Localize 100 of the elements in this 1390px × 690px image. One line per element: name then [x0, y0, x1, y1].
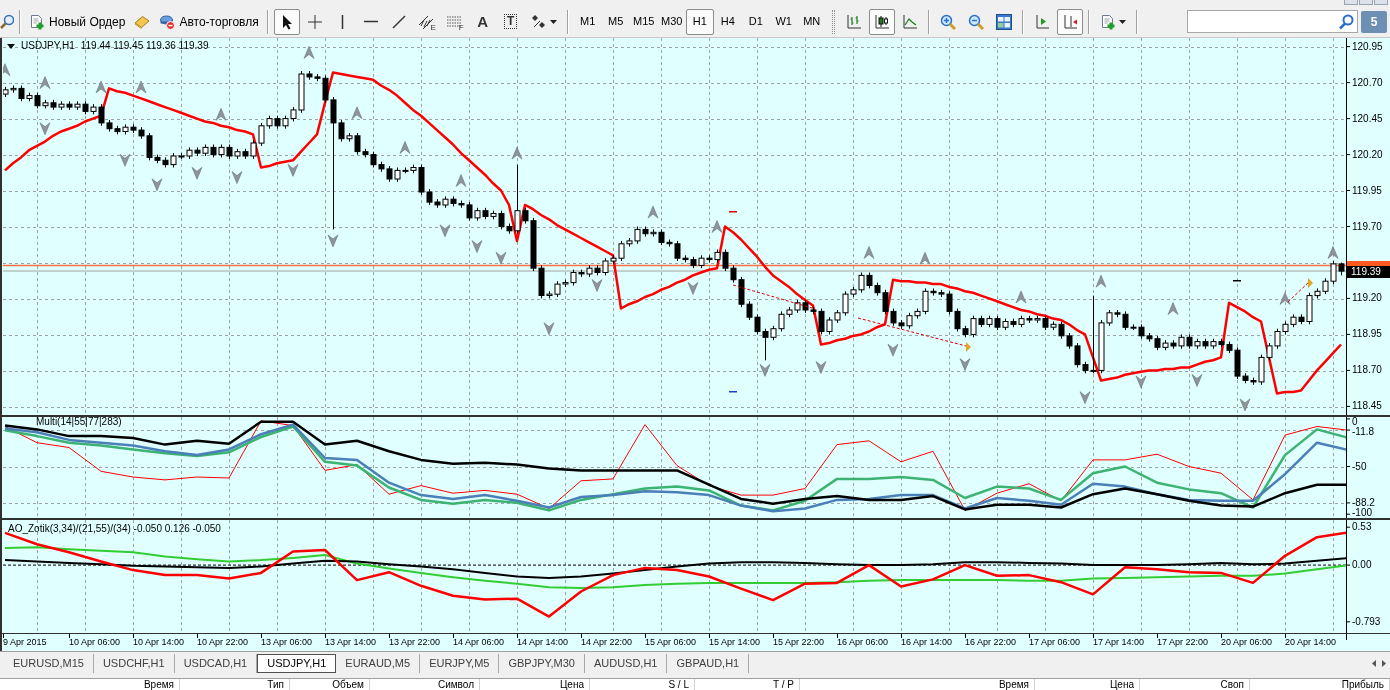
- column-header[interactable]: Объем: [290, 679, 370, 690]
- text-button[interactable]: A: [469, 8, 496, 35]
- price-axis-label: 120.20: [1352, 148, 1383, 161]
- column-header[interactable]: Цена: [480, 679, 590, 690]
- candlestick-icon: [873, 13, 890, 30]
- time-axis-label: 13 Apr 22:00: [389, 637, 441, 648]
- caret-icon[interactable]: [7, 43, 15, 49]
- triangle-marker: [966, 342, 971, 352]
- time-axis-label: 15 Apr 14:00: [709, 637, 761, 648]
- document-plus-icon: [1099, 13, 1116, 30]
- timeframe-button[interactable]: H1: [685, 8, 714, 35]
- column-header[interactable]: Своп: [1140, 679, 1250, 690]
- column-header[interactable]: Тип: [180, 679, 290, 690]
- price-axis-label: 118.95: [1352, 328, 1382, 341]
- bar-chart-icon: [845, 13, 862, 30]
- time-axis-label: 16 Apr 22:00: [965, 637, 1017, 648]
- time-axis-label: 10 Apr 22:00: [197, 637, 249, 648]
- zoom-out-icon: [967, 13, 984, 30]
- indicator-axis-label: 0: [1352, 417, 1358, 427]
- auto-trading-button[interactable]: Авто-торговля: [156, 8, 262, 35]
- timeframe-button[interactable]: MN: [797, 8, 826, 35]
- cursor-button[interactable]: [273, 8, 300, 35]
- timeframe-button[interactable]: D1: [741, 8, 770, 35]
- column-header[interactable]: Символ: [370, 679, 480, 690]
- time-axis-label: 13 Apr 06:00: [261, 637, 313, 648]
- timeframe-button[interactable]: W1: [769, 8, 798, 35]
- time-axis-label: 14 Apr 14:00: [517, 637, 569, 648]
- timeframe-button[interactable]: M5: [601, 8, 630, 35]
- column-header[interactable]: Цена: [1035, 679, 1140, 690]
- candlestick-chart-button[interactable]: [868, 8, 895, 35]
- indicator-axis-label: 0.00: [1352, 560, 1372, 571]
- trend-line: [1287, 280, 1311, 303]
- indicator-label: AO_Zotik(3,34)/(21,55)/(34) -0.050 0.126 -0.050: [8, 523, 221, 535]
- search-field[interactable]: [1187, 10, 1358, 33]
- text-label-button[interactable]: T: [497, 8, 524, 35]
- chart-title: USDJPY,H1: [21, 40, 75, 52]
- line-chart-icon: [901, 13, 918, 30]
- right-triangle-icon[interactable]: [1382, 660, 1386, 667]
- time-axis-label: 10 Apr 14:00: [133, 637, 185, 648]
- channel-button[interactable]: E: [413, 8, 440, 35]
- diagonal-line-icon: [390, 13, 407, 30]
- chart-tab[interactable]: EURUSD,M15: [4, 654, 94, 673]
- chart-tab[interactable]: USDJPY,H1: [257, 654, 337, 673]
- search-icon[interactable]: [1338, 13, 1354, 30]
- hat-stop-icon: [159, 13, 176, 30]
- price-axis-label: 119.20: [1352, 292, 1382, 305]
- hatched-lines-icon: [417, 13, 434, 30]
- dash-marker: [729, 211, 737, 213]
- time-axis-label: 20 Apr 14:00: [1285, 637, 1337, 648]
- indicator-axis-label: -50: [1352, 461, 1367, 472]
- axis-marker-icon: [1061, 13, 1078, 30]
- horizontal-line-icon: [363, 20, 378, 23]
- window-control-button[interactable]: [1359, 0, 1373, 5]
- column-header[interactable]: S / L: [590, 679, 695, 690]
- chart-tab[interactable]: EURJPY,M5: [420, 654, 500, 673]
- window-control-button[interactable]: [1344, 0, 1358, 5]
- price-axis-label: 120.95: [1352, 40, 1383, 53]
- magnifier-icon[interactable]: [0, 13, 14, 30]
- indicator-label: Multi(14|55|77|283): [36, 417, 122, 427]
- chart-tab[interactable]: AUDUSD,H1: [584, 654, 668, 673]
- dash-marker: [1233, 280, 1241, 282]
- chart-tab[interactable]: GBPAUD,H1: [667, 654, 750, 673]
- book-icon: [134, 13, 151, 30]
- fibonacci-button[interactable]: F: [441, 8, 468, 35]
- timeframe-button[interactable]: M30: [657, 8, 686, 35]
- chart-shift-button[interactable]: [1056, 8, 1083, 35]
- ohlc-values: 119.44 119.45 119.36 119.39: [80, 40, 209, 52]
- time-axis-label: 9 Apr 2015: [3, 637, 47, 648]
- chart-tab[interactable]: USDCHF,H1: [93, 654, 175, 673]
- column-header[interactable]: T / P: [695, 679, 800, 690]
- chart-tab[interactable]: GBPJPY,M30: [499, 654, 585, 673]
- price-axis-label: 118.70: [1352, 364, 1382, 377]
- indicator-axis-label: 0.53: [1352, 522, 1372, 533]
- price-axis-label: 120.70: [1352, 76, 1383, 89]
- timeframe-button[interactable]: M15: [629, 8, 658, 35]
- triangle-marker: [1308, 278, 1313, 288]
- dashed-lines-icon: [445, 15, 462, 28]
- new-order-button[interactable]: Новый Ордер: [26, 8, 129, 35]
- arrows-icon: [530, 13, 547, 30]
- time-axis-label: 15 Apr 22:00: [773, 637, 825, 648]
- time-axis-label: 14 Apr 06:00: [453, 637, 505, 648]
- column-header[interactable]: Время: [800, 679, 1035, 690]
- indicator-axis-label: -88.2: [1352, 497, 1375, 508]
- timeframe-button[interactable]: H4: [713, 8, 742, 35]
- price-axis-label: 119.95: [1352, 184, 1382, 197]
- column-header[interactable]: Время: [0, 679, 180, 690]
- document-plus-icon: [29, 13, 45, 30]
- price-level-tag: [1347, 261, 1390, 266]
- time-axis-label: 17 Apr 22:00: [1157, 637, 1209, 648]
- window-grid-icon: [995, 13, 1012, 30]
- time-axis-label: 10 Apr 06:00: [69, 637, 121, 648]
- chart-tab[interactable]: EURAUD,M5: [336, 654, 421, 673]
- axis-arrow-icon: [1033, 13, 1050, 30]
- time-axis-label: 15 Apr 06:00: [645, 637, 697, 648]
- timeframe-button[interactable]: M1: [573, 8, 602, 35]
- caret-icon: [1118, 19, 1126, 24]
- time-axis-label: 17 Apr 06:00: [1029, 637, 1081, 648]
- window-control-button[interactable]: [1374, 0, 1388, 5]
- column-header[interactable]: Прибыль: [1250, 679, 1390, 690]
- left-triangle-icon[interactable]: [1372, 660, 1376, 667]
